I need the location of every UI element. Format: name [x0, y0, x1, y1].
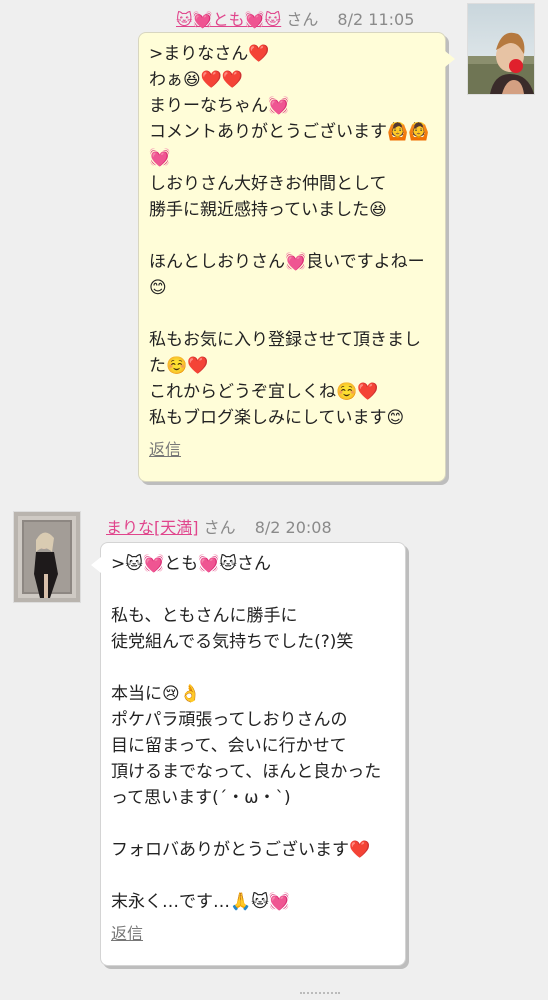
comment-line: わぁ😆❤️❤️ [149, 70, 244, 90]
comment-line: 目に留まって、会いに行かせて [111, 736, 347, 756]
bubble-tail [445, 51, 455, 67]
comment-line: ポケパラ頑張ってしおりさんの [111, 710, 348, 730]
comment-line: しおりさん大好きお仲間として [149, 174, 387, 194]
comment-line [111, 577, 395, 603]
comment-line: ほんとしおりさん💓良いですよねー [149, 252, 425, 272]
avatar-tomo[interactable] [468, 4, 534, 94]
comment-line: これからどうぞ宜しくね☺️❤️ [149, 382, 379, 402]
commenter-name-link[interactable]: 🐱💓とも💓🐱 [176, 10, 281, 29]
comment-line: って思います(´・ω・`) [111, 788, 291, 808]
comment-line: 私もブログ楽しみにしています😊 [149, 408, 405, 428]
divider [300, 992, 340, 1000]
comment-2-body: >🐱💓とも💓🐱さん 私も、ともさんに勝手に 徒党組んでる気持ちでした(?)笑 本… [111, 551, 395, 915]
comment-line: 本当に😢👌 [111, 684, 201, 704]
comment-line: 💓 [149, 148, 171, 168]
commenter-name-link[interactable]: まりな[天満] [106, 518, 199, 537]
comment-2-bubble: >🐱💓とも💓🐱さん 私も、ともさんに勝手に 徒党組んでる気持ちでした(?)笑 本… [91, 542, 406, 966]
reply-link[interactable]: 返信 [149, 437, 181, 463]
comment-line: まりーなちゃん💓 [149, 96, 290, 116]
avatar-marina[interactable] [14, 512, 80, 602]
comment-line: >まりなさん❤️ [149, 44, 270, 64]
comment-line [111, 811, 395, 837]
comment-line [111, 655, 395, 681]
comment-line: 私もお気に入り登録させて頂きまし [149, 330, 421, 350]
comment-line: 私も、ともさんに勝手に [111, 606, 298, 626]
comment-line: 徒党組んでる気持ちでした(?)笑 [111, 632, 354, 652]
comment-line [149, 301, 435, 327]
comment-line: 頂けるまでなって、ほんと良かった [111, 762, 382, 782]
comment-1-meta: 🐱💓とも💓🐱 さん 8/2 11:05 [176, 6, 414, 30]
bubble-tail [91, 557, 101, 573]
comment-2-meta: まりな[天満] さん 8/2 20:08 [106, 514, 332, 538]
comment-line: コメントありがとうございます🙆🙆 [149, 122, 430, 142]
comment-line: た☺️❤️ [149, 356, 209, 376]
honorific: さん [286, 10, 319, 29]
comment-line: フォロバありがとうございます❤️ [111, 840, 371, 860]
comment-line: 😊 [149, 278, 167, 298]
timestamp: 8/2 20:08 [254, 518, 332, 537]
comment-line: 末永く…です…🙏🐱💓 [111, 892, 291, 912]
comment-1-body: >まりなさん❤️ わぁ😆❤️❤️ まりーなちゃん💓 コメントありがとうございます… [149, 41, 435, 431]
comment-line [111, 863, 395, 889]
timestamp: 8/2 11:05 [337, 10, 415, 29]
reply-link[interactable]: 返信 [111, 921, 143, 947]
comment-line: 勝手に親近感持っていました😆 [149, 200, 387, 220]
comment-1-bubble: >まりなさん❤️ わぁ😆❤️❤️ まりーなちゃん💓 コメントありがとうございます… [138, 32, 455, 482]
comment-line: >🐱💓とも💓🐱さん [111, 554, 272, 574]
honorific: さん [203, 518, 236, 537]
comment-line [149, 223, 435, 249]
